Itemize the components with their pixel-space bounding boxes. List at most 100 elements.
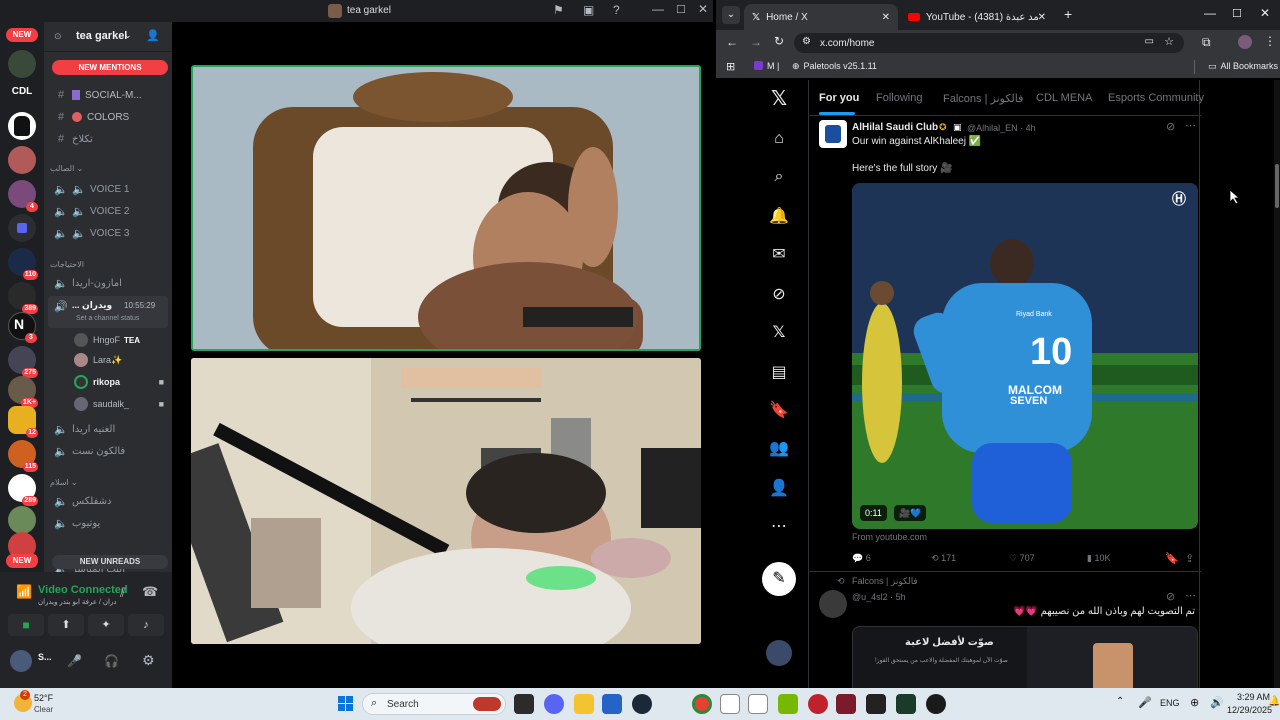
all-bookmarks[interactable]: ▭ All Bookmarks: [1208, 61, 1278, 72]
reply-button[interactable]: 💬 6: [852, 553, 871, 564]
lists-icon[interactable]: ▤: [768, 362, 790, 384]
maximize-icon[interactable]: ☐: [676, 3, 686, 16]
tab-close-icon[interactable]: ✕: [882, 12, 890, 23]
document-icon[interactable]: [748, 694, 768, 714]
tweet-handle[interactable]: @Alhilal_EN · 4h: [967, 123, 1036, 133]
folder-icon[interactable]: [8, 214, 36, 242]
notifications-icon[interactable]: 🔔: [768, 206, 790, 228]
server-icon[interactable]: [8, 146, 36, 174]
premium-x-icon[interactable]: 𝕏: [768, 322, 790, 344]
tab-falcons[interactable]: Falcons | فالكونز: [943, 92, 1023, 105]
new-unreads-pill[interactable]: NEW UNREADS: [52, 555, 168, 569]
voice-user[interactable]: Lara✨: [74, 350, 168, 370]
tweet[interactable]: AlHilal Saudi Club ✪ ▣ @Alhilal_EN · 4h …: [809, 116, 1201, 572]
taskbar-search[interactable]: ⌕ Search: [362, 693, 506, 715]
chrome-icon[interactable]: [692, 694, 712, 714]
tab-youtube[interactable]: YouTube - محمد عبدة (4381) ✕: [900, 4, 1054, 30]
post-button[interactable]: ✎: [762, 562, 796, 596]
language-indicator[interactable]: ENG: [1160, 698, 1180, 708]
minimize-icon[interactable]: —: [652, 2, 664, 16]
install-app-icon[interactable]: ▭: [1145, 36, 1154, 47]
maximize-icon[interactable]: ☐: [1232, 7, 1242, 20]
notification-bell-icon[interactable]: 🔔: [1268, 696, 1280, 707]
voice-channel[interactable]: 🔈 🔈 VOICE 3: [48, 222, 168, 244]
grok-icon[interactable]: ⊘: [1166, 120, 1175, 133]
category-header[interactable]: الصالب ⌄: [50, 164, 83, 173]
obs-icon[interactable]: [926, 694, 946, 714]
site-info-icon[interactable]: ⚙: [802, 36, 811, 47]
grok-icon[interactable]: ⊘: [768, 284, 790, 306]
bookmark-item[interactable]: M |: [754, 61, 779, 71]
store-icon[interactable]: [602, 694, 622, 714]
apps-grid-icon[interactable]: ⊞: [726, 60, 735, 73]
minimize-icon[interactable]: —: [1204, 6, 1216, 20]
close-icon[interactable]: ✕: [698, 2, 708, 16]
tab-esports-community[interactable]: Esports Community: [1108, 92, 1204, 104]
reload-icon[interactable]: ↻: [774, 34, 784, 48]
x-logo-icon[interactable]: 𝕏: [768, 88, 790, 110]
voice-channel[interactable]: 🔈 امازون-اريدا: [48, 272, 168, 294]
category-header[interactable]: الاحتياجات: [50, 260, 84, 269]
server-icon[interactable]: [8, 506, 36, 534]
new-mentions-pill[interactable]: NEW MENTIONS: [52, 60, 168, 75]
account-avatar[interactable]: [766, 640, 792, 666]
reposted-by[interactable]: Falcons | فالكونز: [852, 576, 918, 587]
noise-suppression-icon[interactable]: ⫽: [120, 586, 125, 601]
forward-icon[interactable]: →: [750, 35, 762, 49]
active-voice-channel[interactable]: 🔊 ... ويدران 10:55:29 Set a channel stat…: [48, 296, 168, 328]
profile-avatar[interactable]: [1238, 35, 1252, 49]
server-cdl[interactable]: CDL: [8, 86, 36, 97]
close-icon[interactable]: ✕: [1260, 6, 1270, 20]
more-icon[interactable]: ⋯: [1185, 589, 1196, 602]
bookmark-item[interactable]: ⊕ Paletools v25.1.11: [792, 61, 877, 72]
microphone-icon[interactable]: 🎤: [1138, 696, 1152, 709]
game-app-icon[interactable]: [836, 694, 856, 714]
chevron-up-icon[interactable]: ⌃: [1116, 696, 1124, 707]
clock-time[interactable]: 3:29 AM: [1237, 692, 1270, 702]
address-bar[interactable]: ⚙ x.com/home ▭ ☆: [794, 33, 1184, 53]
server-icon[interactable]: 115: [8, 440, 38, 472]
avatar[interactable]: [819, 120, 847, 148]
bookmarks-icon[interactable]: 🔖: [768, 400, 790, 422]
soundboard-button[interactable]: ♪: [128, 614, 164, 636]
channel-item[interactable]: # COLORS: [48, 106, 168, 128]
voice-user[interactable]: saudalk_ ■: [74, 394, 168, 414]
voice-user[interactable]: HngoF TEA: [74, 330, 168, 350]
add-member-icon[interactable]: 👤: [146, 29, 160, 42]
steam-icon[interactable]: [632, 694, 652, 714]
link-source[interactable]: From youtube.com: [852, 532, 927, 542]
scrollbar[interactable]: [1274, 80, 1280, 688]
server-icon[interactable]: 12: [8, 406, 38, 438]
avatar[interactable]: [819, 590, 847, 618]
category-header[interactable]: اسلام ⌄: [50, 478, 78, 487]
popout-icon[interactable]: ▣: [583, 3, 594, 17]
back-icon[interactable]: ←: [726, 35, 738, 49]
more-icon[interactable]: ⋯: [768, 516, 790, 538]
repost-button[interactable]: ⟲ 171: [931, 553, 956, 564]
weather-temp[interactable]: 52°F: [34, 693, 53, 703]
server-icon[interactable]: 275: [8, 346, 38, 378]
tab-following[interactable]: Following: [876, 92, 922, 104]
server-icon[interactable]: [8, 112, 36, 140]
clock-date[interactable]: 12/29/2025: [1227, 705, 1272, 715]
tab-cdl-mena[interactable]: CDL MENA: [1036, 92, 1092, 104]
voice-channel-path[interactable]: ويدران / عرفة ابو بندر ويدران: [38, 598, 116, 606]
file-explorer-icon[interactable]: [574, 694, 594, 714]
gear-icon[interactable]: ⚙: [142, 652, 155, 669]
voice-channel[interactable]: 🔈 🔈 VOICE 1: [48, 178, 168, 200]
search-icon[interactable]: ⌕: [768, 166, 790, 188]
channel-item[interactable]: # SOCIAL-M...: [48, 84, 168, 106]
activities-button[interactable]: ✦: [88, 614, 124, 636]
voice-user[interactable]: rikopa ■: [74, 372, 168, 392]
share-icon[interactable]: ⇪: [1185, 552, 1194, 565]
task-view-icon[interactable]: [514, 694, 534, 714]
server-icon[interactable]: [8, 50, 36, 78]
voice-channel[interactable]: 🔈 دشفلكس: [48, 490, 168, 512]
server-icon[interactable]: 389: [8, 282, 38, 314]
nvidia-icon[interactable]: [778, 694, 798, 714]
server-icon[interactable]: 289: [8, 474, 38, 506]
more-icon[interactable]: ⋯: [1185, 119, 1196, 132]
tweet-video[interactable]: 10 MALCOM SEVEN Riyad Bank Ⓗ 0:11 🎥💙: [852, 183, 1198, 529]
camera-button[interactable]: ■: [8, 614, 44, 636]
tab-for-you[interactable]: For you: [819, 92, 859, 104]
